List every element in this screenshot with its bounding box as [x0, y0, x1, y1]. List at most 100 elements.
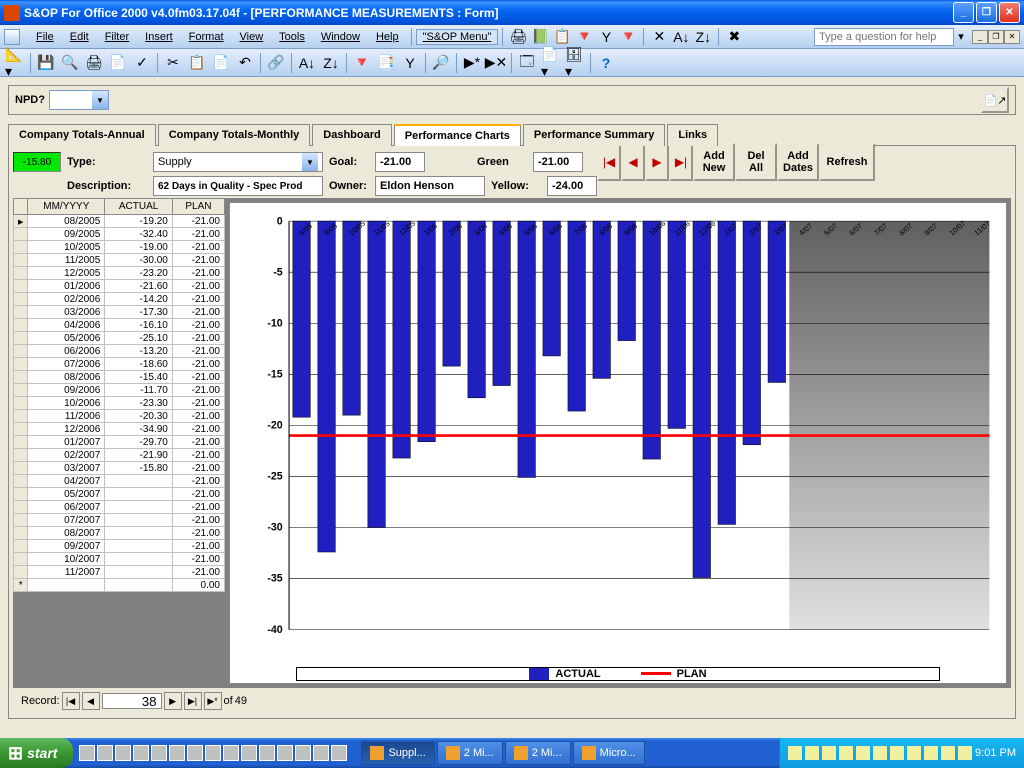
ql-icon[interactable]: [313, 745, 329, 761]
find-icon[interactable]: 🔎: [430, 52, 452, 74]
tray-icon[interactable]: [907, 746, 921, 760]
table-row[interactable]: 03/2006-17.30-21.00: [14, 306, 225, 319]
help-icon[interactable]: ?: [595, 52, 617, 74]
ql-icon[interactable]: [79, 745, 95, 761]
table-row[interactable]: 01/2007-29.70-21.00: [14, 436, 225, 449]
table-row[interactable]: 05/2006-25.10-21.00: [14, 332, 225, 345]
menu-window[interactable]: Window: [313, 29, 368, 45]
mdi-minimize[interactable]: _: [972, 30, 988, 44]
filter-remove-icon[interactable]: ✕: [648, 26, 670, 48]
tab-company-totals-monthly[interactable]: Company Totals-Monthly: [158, 124, 311, 146]
record-next[interactable]: ▶: [164, 692, 182, 710]
tray-icon[interactable]: [873, 746, 887, 760]
filter-sel-icon[interactable]: Y: [595, 26, 617, 48]
ql-icon[interactable]: [151, 745, 167, 761]
filter-icon[interactable]: 🔻: [573, 26, 595, 48]
spell-icon[interactable]: ✓: [131, 52, 153, 74]
table-row[interactable]: 07/2006-18.60-21.00: [14, 358, 225, 371]
paste-icon[interactable]: 📄: [210, 52, 232, 74]
sort-asc-icon[interactable]: A↓: [296, 52, 318, 74]
new-object-icon[interactable]: 📄▾: [540, 52, 562, 74]
tray-icon[interactable]: [958, 746, 972, 760]
tray-icon[interactable]: [924, 746, 938, 760]
preview-icon[interactable]: 📄: [107, 52, 129, 74]
data-table[interactable]: MM/YYYYACTUALPLAN08/2005-19.20-21.0009/2…: [13, 198, 225, 592]
task-button[interactable]: 2 Mi...: [505, 741, 571, 765]
record-new[interactable]: ▶*: [204, 692, 222, 710]
ql-icon[interactable]: [277, 745, 293, 761]
ql-icon[interactable]: [115, 745, 131, 761]
refresh-button[interactable]: Refresh: [819, 143, 875, 181]
owner-input[interactable]: Eldon Henson: [375, 176, 485, 196]
del-all-button[interactable]: Del All: [735, 143, 777, 181]
save-icon[interactable]: 💾: [35, 52, 57, 74]
task-button[interactable]: Micro...: [573, 741, 645, 765]
tray-icon[interactable]: [839, 746, 853, 760]
start-button[interactable]: start: [0, 738, 73, 768]
filter-form-icon[interactable]: 📑: [375, 52, 397, 74]
filter-toggle-icon[interactable]: Y: [399, 52, 421, 74]
table-row[interactable]: 08/2006-15.40-21.00: [14, 371, 225, 384]
menu-insert[interactable]: Insert: [137, 29, 181, 45]
sort-desc-icon[interactable]: Z↓: [320, 52, 342, 74]
record-prev[interactable]: ◀: [82, 692, 100, 710]
table-row[interactable]: 09/2006-11.70-21.00: [14, 384, 225, 397]
undo-icon[interactable]: ↶: [234, 52, 256, 74]
menu-help[interactable]: Help: [368, 29, 407, 45]
tray-icon[interactable]: [788, 746, 802, 760]
clipboard-icon[interactable]: 📋: [551, 26, 573, 48]
task-button[interactable]: 2 Mi...: [437, 741, 503, 765]
new-record-icon[interactable]: ▶*: [461, 52, 483, 74]
add-dates-button[interactable]: Add Dates: [777, 143, 819, 181]
print-icon[interactable]: 🖨: [507, 26, 529, 48]
table-new-row[interactable]: *0.00: [14, 579, 225, 592]
mdi-close[interactable]: ✕: [1004, 30, 1020, 44]
table-row[interactable]: 05/2007-21.00: [14, 488, 225, 501]
menu-filter[interactable]: Filter: [97, 29, 137, 45]
maximize-button[interactable]: ❐: [976, 2, 997, 23]
tray-icon[interactable]: [941, 746, 955, 760]
clock[interactable]: 9:01 PM: [975, 747, 1016, 759]
ql-icon[interactable]: [187, 745, 203, 761]
record-last[interactable]: ▶|: [184, 692, 202, 710]
nav-last-button[interactable]: ▶|: [669, 143, 693, 181]
nav-first-button[interactable]: |◀: [597, 143, 621, 181]
table-row[interactable]: 08/2007-21.00: [14, 527, 225, 540]
desc-input[interactable]: 62 Days in Quality - Spec Prod: [153, 176, 323, 196]
hyperlink-icon[interactable]: 🔗: [265, 52, 287, 74]
minimize-button[interactable]: _: [953, 2, 974, 23]
tab-performance-summary[interactable]: Performance Summary: [523, 124, 665, 146]
tray-icon[interactable]: [890, 746, 904, 760]
ql-icon[interactable]: [169, 745, 185, 761]
help-dropdown-arrow[interactable]: ▾: [954, 30, 968, 43]
table-row[interactable]: 06/2006-13.20-21.00: [14, 345, 225, 358]
close-button[interactable]: ✕: [999, 2, 1020, 23]
sort-asc-icon[interactable]: A↓: [670, 26, 692, 48]
ql-icon[interactable]: [241, 745, 257, 761]
ql-icon[interactable]: [205, 745, 221, 761]
ql-icon[interactable]: [331, 745, 347, 761]
table-row[interactable]: 06/2007-21.00: [14, 501, 225, 514]
design-icon[interactable]: 📐▾: [4, 52, 26, 74]
exit-button[interactable]: 📄↗: [981, 87, 1009, 113]
yellow-input[interactable]: -24.00: [547, 176, 597, 196]
ql-icon[interactable]: [259, 745, 275, 761]
menu-edit[interactable]: Edit: [62, 29, 97, 45]
table-row[interactable]: 04/2006-16.10-21.00: [14, 319, 225, 332]
tab-dashboard[interactable]: Dashboard: [312, 124, 391, 146]
table-row[interactable]: 01/2006-21.60-21.00: [14, 280, 225, 293]
sop-menu-button[interactable]: "S&OP Menu": [416, 29, 499, 45]
print-icon[interactable]: 🖨: [83, 52, 105, 74]
record-current[interactable]: [102, 693, 162, 709]
table-row[interactable]: 11/2005-30.00-21.00: [14, 254, 225, 267]
db-icon[interactable]: 🗄▾: [564, 52, 586, 74]
table-row[interactable]: 12/2005-23.20-21.00: [14, 267, 225, 280]
tab-company-totals-annual[interactable]: Company Totals-Annual: [8, 124, 156, 146]
table-row[interactable]: 09/2005-32.40-21.00: [14, 228, 225, 241]
table-row[interactable]: 12/2006-34.90-21.00: [14, 423, 225, 436]
nav-prev-button[interactable]: ◀: [621, 143, 645, 181]
excel-icon[interactable]: 📗: [529, 26, 551, 48]
npd-combo[interactable]: ▼: [49, 90, 109, 110]
table-row[interactable]: 03/2007-15.80-21.00: [14, 462, 225, 475]
type-combo[interactable]: Supply▼: [153, 152, 323, 172]
